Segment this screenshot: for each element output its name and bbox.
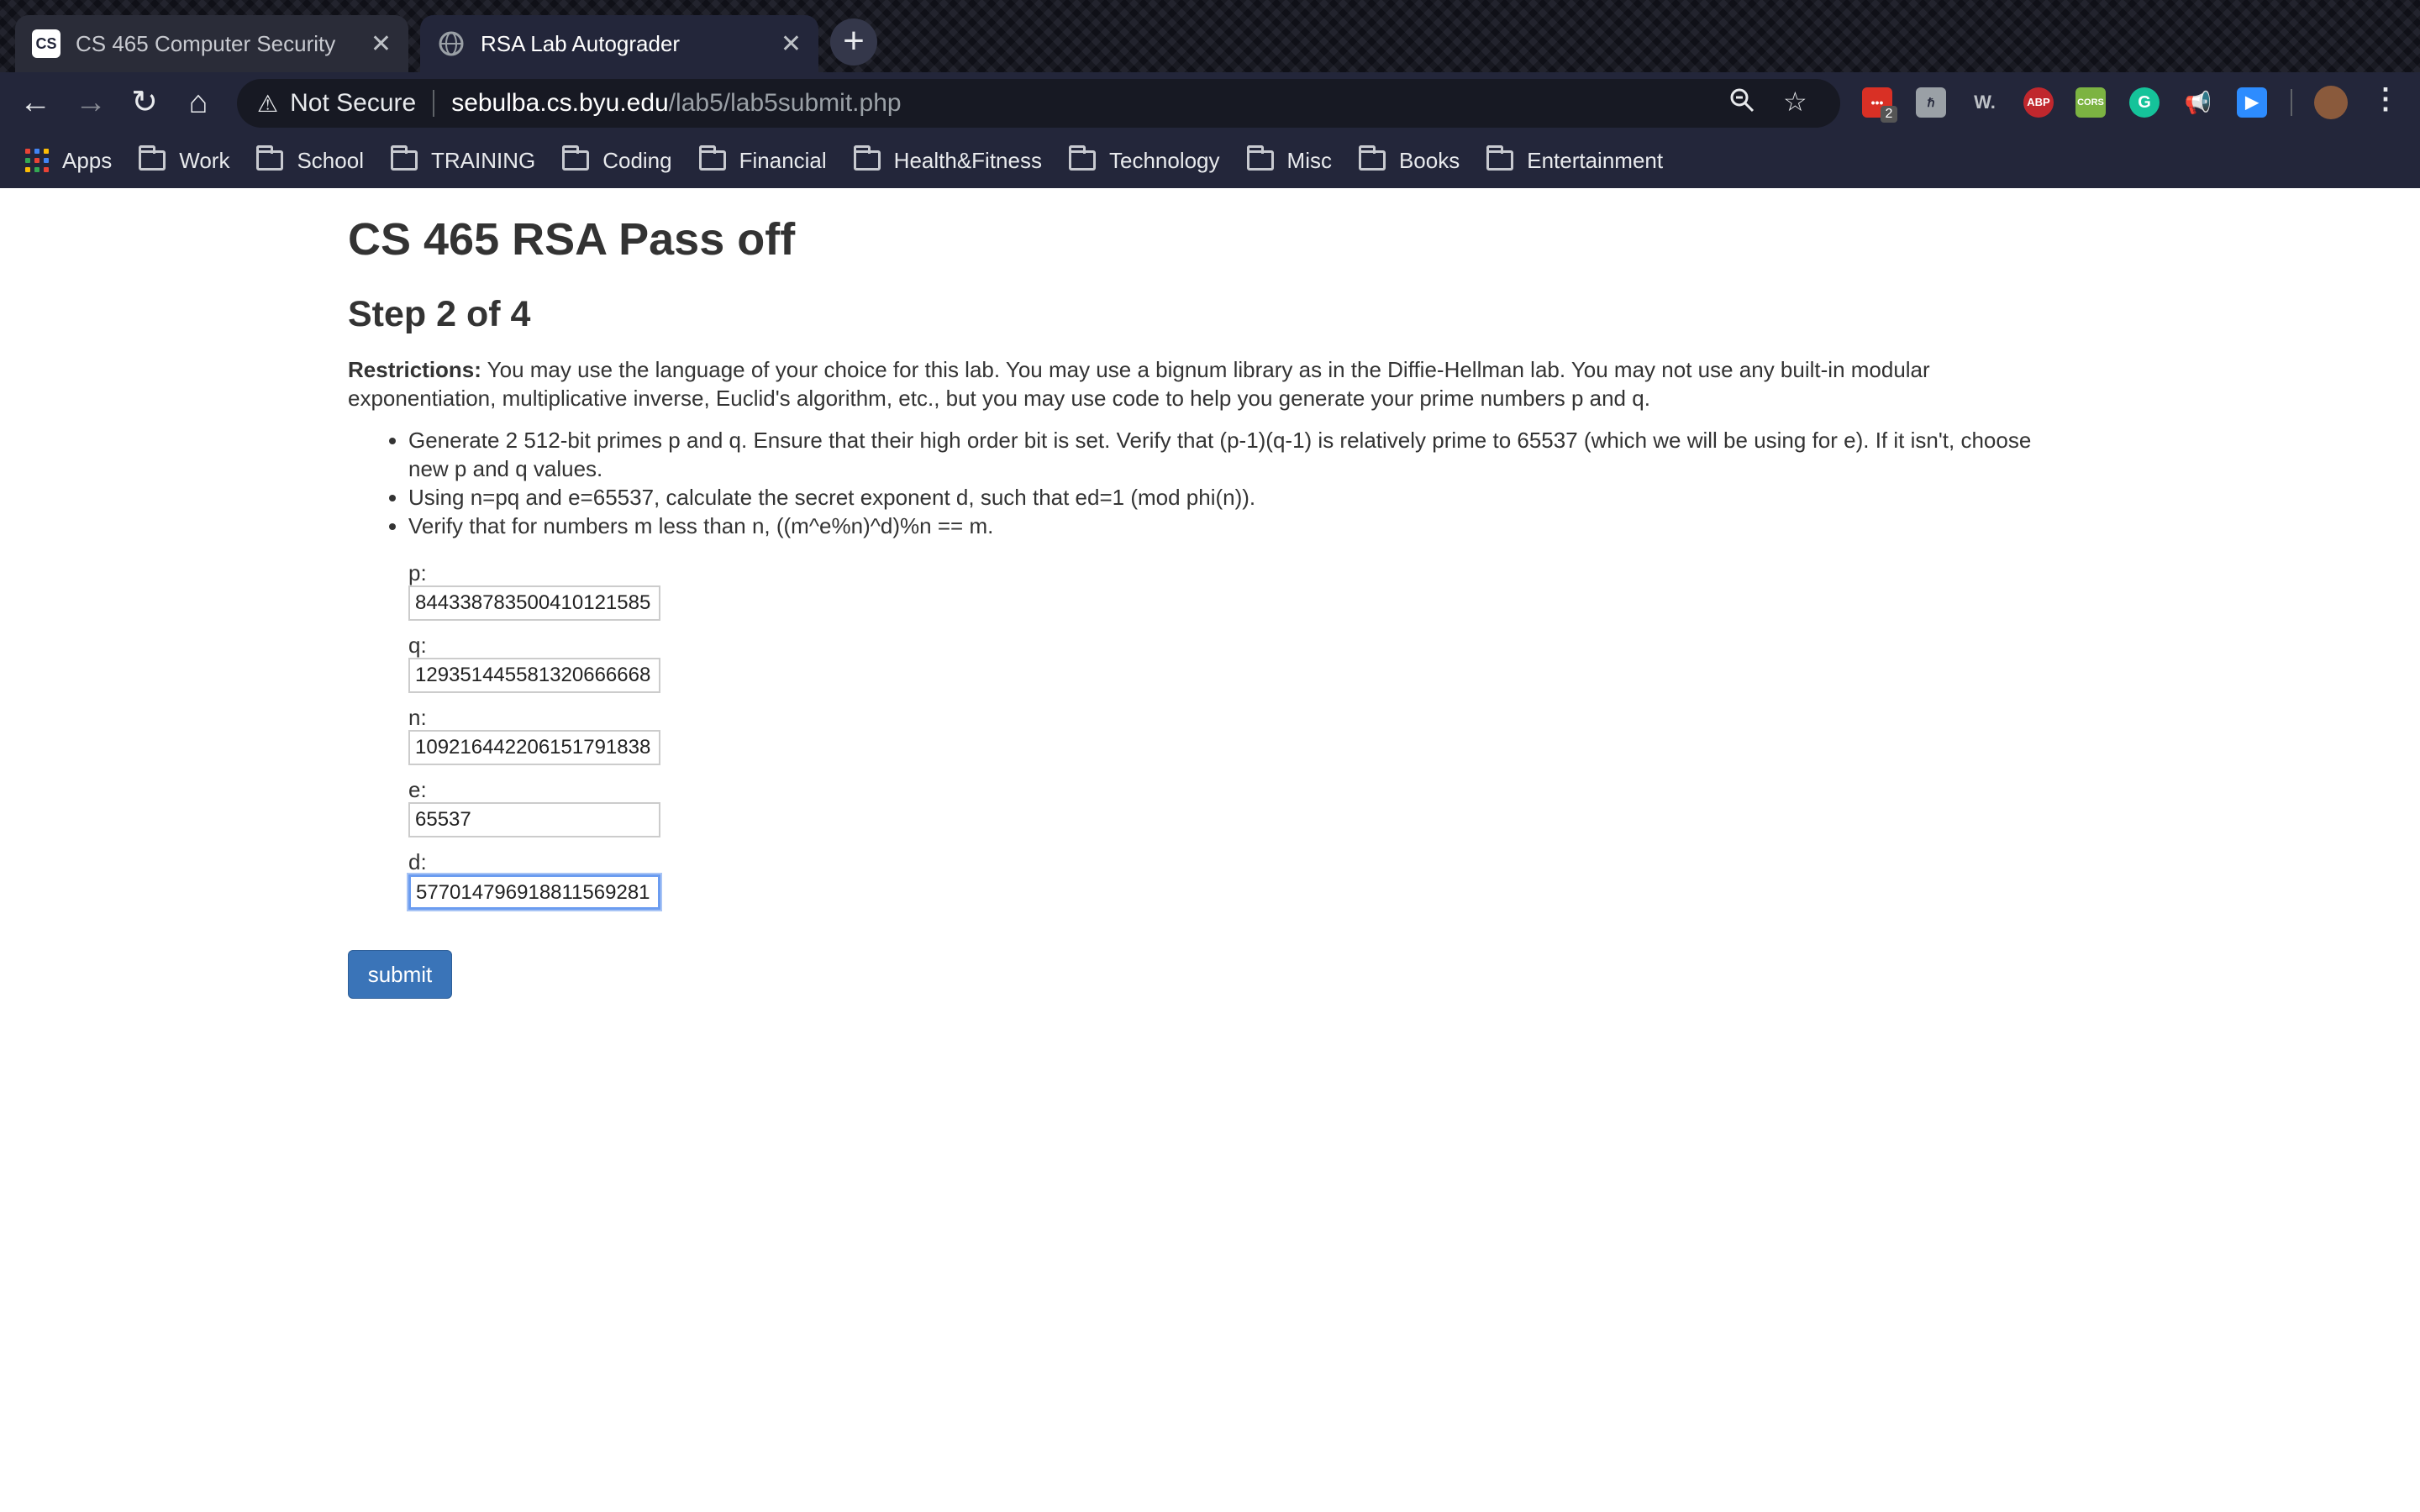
folder-icon bbox=[562, 145, 590, 171]
bookmark-label: Health&Fitness bbox=[893, 147, 1042, 173]
tab-title: CS 465 Computer Security bbox=[76, 30, 336, 56]
reload-icon[interactable]: ↻ bbox=[126, 84, 163, 121]
back-arrow-icon[interactable]: ← bbox=[17, 84, 54, 121]
restrictions-label: Restrictions: bbox=[348, 357, 481, 382]
tab-strip: CS CS 465 Computer Security ✕ RSA Lab Au… bbox=[0, 0, 2420, 72]
folder-icon bbox=[139, 145, 166, 171]
url-path: /lab5/lab5submit.php bbox=[668, 89, 902, 117]
new-tab-button[interactable]: + bbox=[830, 18, 877, 66]
close-icon[interactable]: ✕ bbox=[781, 29, 802, 59]
q-input[interactable]: 12935144558132066666​8 bbox=[408, 658, 660, 693]
zoom-icon[interactable] bbox=[1728, 86, 1756, 121]
apps-grid-icon bbox=[25, 149, 49, 172]
bookmarks-bar: Apps Work School TRAINING Coding Financi… bbox=[0, 133, 2420, 188]
extension-w-icon[interactable]: W. bbox=[1970, 87, 2000, 118]
toolbar: ← → ↻ ⌂ ⚠ Not Secure sebulba.cs.byu.edu … bbox=[0, 72, 2420, 133]
bookmark-label: TRAINING bbox=[430, 147, 536, 173]
e-label: e: bbox=[408, 777, 427, 802]
q-label: q: bbox=[408, 633, 427, 658]
bookmark-label: Technology bbox=[1108, 147, 1220, 173]
address-bar[interactable]: ⚠ Not Secure sebulba.cs.byu.edu /lab5/la… bbox=[237, 79, 1840, 128]
d-input[interactable]: 577014796918811569281 bbox=[408, 874, 660, 910]
bookmark-label: School bbox=[297, 147, 364, 173]
tab-title: RSA Lab Autograder bbox=[481, 30, 681, 56]
bookmark-entertainment[interactable]: Entertainment bbox=[1486, 145, 1664, 174]
bookmark-work[interactable]: Work bbox=[139, 145, 230, 174]
bookmark-technology[interactable]: Technology bbox=[1068, 145, 1220, 174]
forward-arrow-icon[interactable]: → bbox=[72, 84, 109, 121]
folder-icon bbox=[1358, 145, 1386, 171]
cors-extension-icon[interactable]: CORS bbox=[2075, 87, 2106, 118]
d-label: d: bbox=[408, 849, 427, 874]
page-content: CS 465 RSA Pass off Step 2 of 4 Restrict… bbox=[348, 188, 2062, 999]
list-item: Generate 2 512-bit primes p and q. Ensur… bbox=[408, 426, 2062, 483]
folder-icon bbox=[1068, 145, 1096, 171]
security-label[interactable]: Not Secure bbox=[290, 89, 416, 118]
bookmark-label: Entertainment bbox=[1527, 147, 1664, 173]
bookmark-misc[interactable]: Misc bbox=[1246, 145, 1332, 174]
folder-icon bbox=[256, 145, 284, 171]
folder-icon bbox=[853, 145, 881, 171]
star-icon[interactable]: ☆ bbox=[1783, 86, 1807, 118]
list-item: Using n=pq and e=65537, calculate the se… bbox=[408, 483, 2062, 512]
close-icon[interactable]: ✕ bbox=[371, 29, 392, 59]
bookmark-label: Financial bbox=[739, 147, 827, 173]
megaphone-icon[interactable]: 📢 bbox=[2183, 87, 2213, 118]
zoom-video-icon[interactable]: ▶ bbox=[2237, 87, 2267, 118]
avatar[interactable] bbox=[2314, 86, 2348, 119]
browser-chrome: CS CS 465 Computer Security ✕ RSA Lab Au… bbox=[0, 0, 2420, 188]
bookmark-label: Misc bbox=[1286, 147, 1332, 173]
divider bbox=[433, 90, 435, 117]
folder-icon bbox=[698, 145, 726, 171]
bookmark-training[interactable]: TRAINING bbox=[390, 145, 536, 174]
restrictions-paragraph: Restrictions: You may use the language o… bbox=[348, 355, 2062, 412]
folder-icon bbox=[1486, 145, 1514, 171]
page-title: CS 465 RSA Pass off bbox=[348, 214, 796, 265]
bookmark-label: Apps bbox=[62, 147, 113, 173]
cs-favicon-icon: CS bbox=[32, 29, 60, 58]
extension-h-icon[interactable]: ℏ bbox=[1916, 87, 1946, 118]
bookmark-health-fitness[interactable]: Health&Fitness bbox=[853, 145, 1042, 174]
bookmark-label: Coding bbox=[602, 147, 672, 173]
bookmark-coding[interactable]: Coding bbox=[562, 145, 672, 174]
folder-icon bbox=[390, 145, 418, 171]
e-input[interactable]: 65537 bbox=[408, 802, 660, 837]
bookmark-school[interactable]: School bbox=[256, 145, 364, 174]
instructions-list: Generate 2 512-bit primes p and q. Ensur… bbox=[348, 426, 2062, 540]
n-input[interactable]: 10921644220615179183​8 bbox=[408, 730, 660, 765]
step-heading: Step 2 of 4 bbox=[348, 294, 531, 334]
bookmark-label: Work bbox=[179, 147, 230, 173]
adblock-icon[interactable]: ABP bbox=[2023, 87, 2054, 118]
submit-button[interactable]: submit bbox=[348, 950, 452, 999]
restrictions-text: You may use the language of your choice … bbox=[348, 357, 1930, 411]
bookmark-label: Books bbox=[1398, 147, 1460, 173]
divider bbox=[2291, 89, 2292, 116]
bookmark-books[interactable]: Books bbox=[1358, 145, 1460, 174]
grammarly-icon[interactable]: G bbox=[2129, 87, 2160, 118]
menu-kebab-icon[interactable]: ⋮ bbox=[2371, 82, 2400, 116]
extension-badge: 2 bbox=[1881, 106, 1897, 123]
bookmark-apps[interactable]: Apps bbox=[25, 148, 112, 174]
rsa-form: p: 8443387835004101215​85 q: 12935144558… bbox=[408, 560, 2062, 910]
tab-rsa-autograder[interactable]: RSA Lab Autograder ✕ bbox=[420, 15, 818, 72]
folder-icon bbox=[1246, 145, 1274, 171]
url-host: sebulba.cs.byu.edu bbox=[451, 89, 669, 117]
p-input[interactable]: 8443387835004101215​85 bbox=[408, 585, 660, 621]
globe-icon bbox=[437, 29, 466, 58]
n-label: n: bbox=[408, 705, 427, 730]
p-label: p: bbox=[408, 560, 427, 585]
tab-cs465[interactable]: CS CS 465 Computer Security ✕ bbox=[15, 15, 408, 72]
home-icon[interactable]: ⌂ bbox=[180, 84, 217, 121]
bookmark-financial[interactable]: Financial bbox=[698, 145, 827, 174]
warning-icon[interactable]: ⚠ bbox=[257, 90, 278, 118]
list-item: Verify that for numbers m less than n, (… bbox=[408, 512, 2062, 540]
